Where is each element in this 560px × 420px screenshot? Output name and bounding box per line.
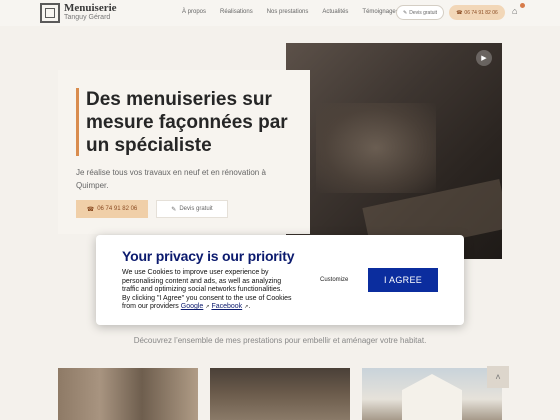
external-link-icon: ↗ [244, 304, 249, 310]
facebook-link[interactable]: Facebook [211, 303, 242, 310]
cookie-consent-modal: Your privacy is our priority We use Cook… [96, 235, 464, 325]
external-link-icon: ↗ [205, 304, 210, 310]
cookie-text: We use Cookies to improve user experienc… [122, 269, 292, 310]
google-link[interactable]: Google [181, 303, 204, 310]
customize-button[interactable]: Customize [320, 277, 348, 283]
overlay [0, 0, 560, 420]
agree-button[interactable]: I AGREE [368, 268, 438, 292]
cookie-title: Your privacy is our priority [122, 248, 295, 264]
